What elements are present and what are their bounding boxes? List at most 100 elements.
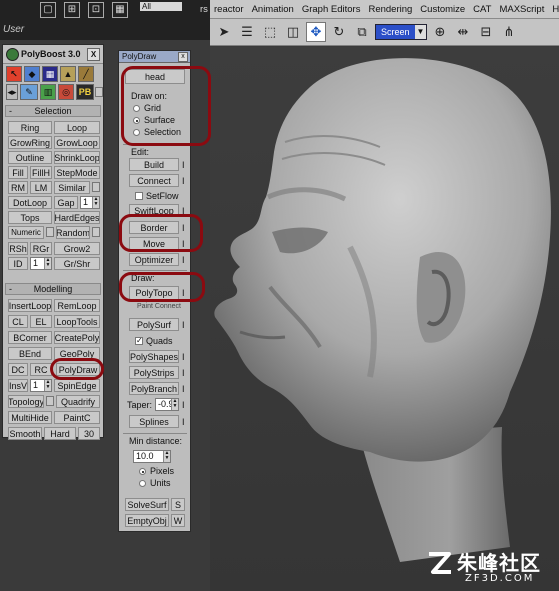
polygon-mode-icon[interactable]: ▲ bbox=[60, 66, 76, 82]
cl-button[interactable]: CL bbox=[8, 315, 28, 328]
pb-icon[interactable]: PB bbox=[76, 84, 94, 100]
id-button[interactable]: ID bbox=[8, 257, 28, 270]
close-button[interactable]: X bbox=[87, 48, 100, 61]
perspective-viewport[interactable] bbox=[210, 47, 559, 591]
window-crossing-icon[interactable]: ◫ bbox=[283, 22, 303, 42]
select-object-icon[interactable]: ➤ bbox=[214, 22, 234, 42]
move-icon[interactable]: ✥ bbox=[306, 22, 326, 42]
arrows-icon[interactable]: ◂▸ bbox=[6, 84, 18, 100]
units-radio[interactable] bbox=[139, 480, 146, 487]
numeric-options-button[interactable] bbox=[46, 227, 54, 237]
spinedge-button[interactable]: SpinEdge bbox=[54, 379, 100, 392]
menu-graph-editors[interactable]: Graph Editors bbox=[298, 4, 365, 15]
spinner-arrows-icon[interactable]: ▲ ▼ bbox=[171, 399, 178, 410]
gap-button[interactable]: Gap bbox=[54, 196, 78, 209]
polyboost-titlebar[interactable]: PolyBoost 3.0 X bbox=[3, 45, 103, 64]
polysurf-options-marker[interactable]: I bbox=[182, 320, 185, 330]
small-toolbar-icon[interactable]: ⊡ bbox=[88, 2, 104, 18]
similar-options-button[interactable] bbox=[92, 182, 100, 192]
rm-button[interactable]: RM bbox=[8, 181, 28, 194]
insv-button[interactable]: InsV bbox=[8, 379, 28, 392]
menu-reactor[interactable]: reactor bbox=[210, 4, 248, 15]
pixels-radio[interactable] bbox=[139, 468, 146, 475]
menu-cat[interactable]: CAT bbox=[469, 4, 495, 15]
createpoly-button[interactable]: CreatePoly bbox=[54, 331, 100, 344]
topology-button[interactable]: Topology bbox=[8, 395, 44, 408]
solvesurf-button[interactable]: SolveSurf bbox=[125, 498, 169, 511]
mirror-icon[interactable]: ⇹ bbox=[453, 22, 473, 42]
polystrips-options-marker[interactable]: I bbox=[182, 368, 185, 378]
taper-options-marker[interactable]: I bbox=[182, 400, 185, 410]
quads-checkbox[interactable]: ✓ bbox=[135, 337, 143, 345]
menu-animation[interactable]: Animation bbox=[248, 4, 298, 15]
bend-button[interactable]: BEnd bbox=[8, 347, 52, 360]
solvesurf-s-button[interactable]: S bbox=[171, 498, 185, 511]
build-options-marker[interactable]: I bbox=[182, 160, 185, 170]
emptyobj-w-button[interactable]: W bbox=[171, 514, 185, 527]
emptyobj-button[interactable]: EmptyObj bbox=[125, 514, 169, 527]
vertex-mode-icon[interactable]: ↖ bbox=[6, 66, 22, 82]
hard-button[interactable]: Hard bbox=[44, 427, 76, 440]
pivot-icon[interactable]: ⊕ bbox=[430, 22, 450, 42]
similar-button[interactable]: Similar bbox=[54, 181, 90, 194]
align-icon[interactable]: ⊟ bbox=[476, 22, 496, 42]
fill-button[interactable]: Fill bbox=[8, 166, 28, 179]
close-icon[interactable]: x bbox=[178, 52, 188, 62]
min-distance-spinner[interactable]: 10.0 ▲ ▼ bbox=[133, 450, 171, 463]
dotloop-button[interactable]: DotLoop bbox=[8, 196, 52, 209]
remloop-button[interactable]: RemLoop bbox=[54, 299, 100, 312]
gap-spinner[interactable]: 1 ▲ ▼ bbox=[80, 196, 100, 209]
rc-button[interactable]: RC bbox=[30, 363, 52, 376]
polybranch-options-marker[interactable]: I bbox=[182, 384, 185, 394]
small-toolbar-icon[interactable]: ⊞ bbox=[64, 2, 80, 18]
build-button[interactable]: Build bbox=[129, 158, 179, 171]
dc-button[interactable]: DC bbox=[8, 363, 28, 376]
rect-selection-icon[interactable]: ⬚ bbox=[260, 22, 280, 42]
looptools-button[interactable]: LoopTools bbox=[54, 315, 100, 328]
growring-button[interactable]: GrowRing bbox=[8, 136, 52, 149]
taper-spinner[interactable]: -0.9 ▲ ▼ bbox=[155, 398, 179, 411]
el-button[interactable]: EL bbox=[30, 315, 52, 328]
topology-options-button[interactable] bbox=[46, 396, 54, 406]
outline-button[interactable]: Outline bbox=[8, 151, 52, 164]
spinner-arrows-icon[interactable]: ▲ ▼ bbox=[44, 380, 51, 391]
lm-button[interactable]: LM bbox=[30, 181, 52, 194]
polydraw-titlebar[interactable]: PolyDraw x bbox=[119, 51, 190, 63]
menu-fragment[interactable]: rs bbox=[200, 4, 208, 15]
polybranch-button[interactable]: PolyBranch bbox=[129, 382, 179, 395]
hardedges-button[interactable]: HardEdges bbox=[54, 211, 100, 224]
reference-coordinate-dropdown[interactable]: Screen ▼ bbox=[375, 24, 427, 40]
fillh-button[interactable]: FillH bbox=[30, 166, 52, 179]
setflow-checkbox[interactable] bbox=[135, 192, 143, 200]
random-options-button[interactable] bbox=[92, 227, 100, 237]
quadrify-button[interactable]: Quadrify bbox=[56, 395, 100, 408]
numeric-button[interactable]: Numeric bbox=[8, 226, 44, 239]
stepmode-button[interactable]: StepMode bbox=[54, 166, 100, 179]
paintc-button[interactable]: PaintC bbox=[54, 411, 100, 424]
menu-customize[interactable]: Customize bbox=[416, 4, 469, 15]
spinner-arrows-icon[interactable]: ▲ ▼ bbox=[44, 258, 51, 269]
shrinkloop-button[interactable]: ShrinkLoop bbox=[54, 151, 100, 164]
splines-options-marker[interactable]: I bbox=[182, 417, 185, 427]
optimizer-button[interactable]: Optimizer bbox=[129, 253, 179, 266]
polystrips-button[interactable]: PolyStrips bbox=[129, 366, 179, 379]
smooth-button[interactable]: Smooth bbox=[8, 427, 42, 440]
spinner-arrows-icon[interactable]: ▲ ▼ bbox=[92, 197, 99, 208]
snap-icon[interactable]: ⋔ bbox=[499, 22, 519, 42]
grow-shrink-button[interactable]: Gr/Shr bbox=[54, 257, 100, 270]
pb-options-button[interactable] bbox=[95, 87, 103, 97]
element-mode-icon[interactable]: ╱ bbox=[78, 66, 94, 82]
splines-button[interactable]: Splines bbox=[129, 415, 179, 428]
grow2-button[interactable]: Grow2 bbox=[54, 242, 100, 255]
grid-icon[interactable]: ▥ bbox=[40, 84, 56, 100]
menu-help[interactable]: He bbox=[548, 4, 559, 15]
polyshapes-options-marker[interactable]: I bbox=[182, 352, 185, 362]
insv-spinner[interactable]: 1 ▲ ▼ bbox=[30, 379, 52, 392]
loop-button[interactable]: Loop bbox=[54, 121, 100, 134]
polysurf-button[interactable]: PolySurf bbox=[129, 318, 179, 331]
polyshapes-button[interactable]: PolyShapes bbox=[129, 350, 179, 363]
small-toolbar-icon[interactable]: ▢ bbox=[40, 2, 56, 18]
menu-maxscript[interactable]: MAXScript bbox=[495, 4, 548, 15]
selection-rollout-header[interactable]: - Selection bbox=[5, 105, 101, 117]
smoothing-angle-field[interactable]: 30 bbox=[78, 427, 100, 440]
